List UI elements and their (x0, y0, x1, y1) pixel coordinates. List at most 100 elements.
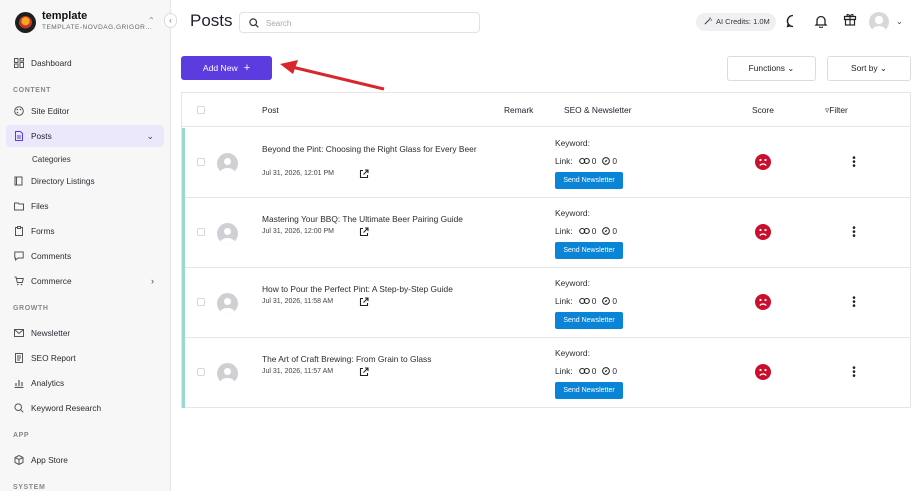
column-score[interactable]: Score (752, 105, 774, 115)
send-newsletter-button[interactable]: Send Newsletter (555, 382, 623, 399)
table-row[interactable]: The Art of Craft Brewing: From Grain to … (182, 338, 910, 408)
search-box[interactable] (239, 12, 480, 33)
chat-icon[interactable] (786, 14, 800, 28)
link-stats: Link: 0 0 (555, 156, 617, 166)
add-new-button[interactable]: Add New + (181, 56, 272, 80)
book-icon (14, 176, 23, 186)
search-input[interactable] (266, 16, 466, 30)
author-avatar (217, 363, 238, 384)
post-title[interactable]: Mastering Your BBQ: The Ultimate Beer Pa… (262, 213, 482, 226)
sidebar-item-directory-listings[interactable]: Directory Listings (6, 170, 164, 192)
bell-icon[interactable] (814, 14, 828, 28)
column-remark[interactable]: Remark (504, 105, 533, 115)
ai-credits-badge[interactable]: AI Credits: 1.0M (696, 13, 776, 31)
cube-icon (14, 455, 24, 465)
top-bar: Posts AI Credits: 1.0M ⌄ (171, 0, 920, 44)
post-title[interactable]: Beyond the Pint: Choosing the Right Glas… (262, 143, 482, 156)
cart-icon (14, 276, 24, 286)
row-checkbox[interactable] (197, 368, 205, 376)
table-row[interactable]: Mastering Your BBQ: The Ultimate Beer Pa… (182, 198, 910, 268)
sidebar-item-commerce[interactable]: Commerce › (6, 270, 164, 292)
sidebar-item-dashboard[interactable]: Dashboard (6, 52, 164, 74)
sidebar-item-label: Files (31, 201, 49, 211)
post-title[interactable]: The Art of Craft Brewing: From Grain to … (262, 353, 482, 366)
functions-label: Functions (748, 63, 785, 73)
sidebar-item-label: Newsletter (31, 328, 71, 338)
functions-dropdown[interactable]: Functions ⌄ (727, 56, 816, 81)
palette-icon (14, 106, 24, 116)
compass-icon (602, 297, 611, 305)
author-avatar (217, 293, 238, 314)
sidebar-item-label: Commerce (31, 276, 72, 286)
row-menu-kebab-icon[interactable]: • • • (851, 364, 857, 382)
user-avatar[interactable] (869, 12, 889, 32)
internal-link-count: 0 (591, 366, 597, 376)
keyword-label: Keyword: (555, 138, 590, 148)
sidebar-item-keyword-research[interactable]: Keyword Research (6, 397, 164, 419)
row-checkbox[interactable] (197, 158, 205, 166)
column-post[interactable]: Post (262, 105, 279, 115)
internal-link-count: 0 (591, 156, 597, 166)
sidebar-item-label: Directory Listings (31, 176, 95, 186)
user-menu-chevron-icon[interactable]: ⌄ (896, 17, 903, 26)
report-icon (15, 353, 23, 363)
sidebar-item-newsletter[interactable]: Newsletter (6, 322, 164, 344)
table-row[interactable]: Beyond the Pint: Choosing the Right Glas… (182, 128, 910, 198)
chevron-right-icon: › (151, 276, 154, 286)
site-switcher-chevron-icon: ⌃ (148, 16, 155, 25)
plus-icon: + (243, 62, 251, 74)
site-switcher[interactable]: template TEMPLATE-NOVDAG.GRIGOR... ⌃ (0, 0, 170, 44)
app-root: template TEMPLATE-NOVDAG.GRIGOR... ⌃ Das… (0, 0, 920, 491)
sidebar-item-site-editor[interactable]: Site Editor (6, 100, 164, 122)
chain-link-icon (578, 157, 590, 165)
sidebar-collapse-button[interactable]: ‹ (164, 13, 177, 28)
post-date: Jul 31, 2026, 11:58 AM (262, 298, 334, 305)
filter-button[interactable]: ▿Filter (825, 105, 848, 115)
document-icon (15, 131, 23, 141)
external-link-icon[interactable] (359, 297, 369, 307)
table-row[interactable]: How to Pour the Perfect Pint: A Step-by-… (182, 268, 910, 338)
row-menu-kebab-icon[interactable]: • • • (851, 294, 857, 312)
row-menu-kebab-icon[interactable]: • • • (851, 154, 857, 172)
sidebar-item-comments[interactable]: Comments (6, 245, 164, 267)
sidebar-item-app-store[interactable]: App Store (6, 449, 164, 471)
sort-by-label: Sort by (851, 63, 878, 73)
link-label: Link: (555, 156, 573, 166)
gift-icon[interactable] (843, 12, 857, 26)
sidebar-item-seo-report[interactable]: SEO Report (6, 347, 164, 369)
search-icon (14, 403, 24, 413)
select-all-checkbox[interactable] (197, 106, 205, 114)
sort-by-dropdown[interactable]: Sort by ⌄ (827, 56, 911, 81)
chain-link-icon (578, 297, 590, 305)
send-newsletter-button[interactable]: Send Newsletter (555, 242, 623, 259)
sad-face-score-icon (755, 154, 771, 170)
sidebar-item-label: Forms (31, 226, 55, 236)
sidebar-item-analytics[interactable]: Analytics (6, 372, 164, 394)
table-header: Post Remark SEO & Newsletter Score ▿Filt… (182, 93, 910, 127)
external-link-icon[interactable] (359, 227, 369, 237)
compass-icon (602, 227, 611, 235)
link-stats: Link: 0 0 (555, 296, 617, 306)
external-link-icon[interactable] (359, 169, 369, 179)
post-title[interactable]: How to Pour the Perfect Pint: A Step-by-… (262, 283, 482, 296)
external-link-count: 0 (612, 296, 618, 306)
sidebar-item-files[interactable]: Files (6, 195, 164, 217)
link-label: Link: (555, 366, 573, 376)
sidebar-item-categories[interactable]: Categories (32, 155, 71, 164)
chevron-down-icon: ⌄ (879, 63, 887, 73)
external-link-icon[interactable] (359, 367, 369, 377)
row-checkbox[interactable] (197, 298, 205, 306)
sidebar-item-forms[interactable]: Forms (6, 220, 164, 242)
send-newsletter-button[interactable]: Send Newsletter (555, 312, 623, 329)
sad-face-score-icon (755, 224, 771, 240)
row-menu-kebab-icon[interactable]: • • • (851, 224, 857, 242)
sidebar-item-posts[interactable]: Posts ⌄ (6, 125, 164, 147)
keyword-label: Keyword: (555, 278, 590, 288)
column-seo-newsletter[interactable]: SEO & Newsletter (564, 105, 632, 115)
link-stats: Link: 0 0 (555, 366, 617, 376)
send-newsletter-button[interactable]: Send Newsletter (555, 172, 623, 189)
row-status-stripe (182, 128, 185, 198)
page-title: Posts (190, 11, 233, 30)
external-link-count: 0 (612, 226, 618, 236)
row-checkbox[interactable] (197, 228, 205, 236)
